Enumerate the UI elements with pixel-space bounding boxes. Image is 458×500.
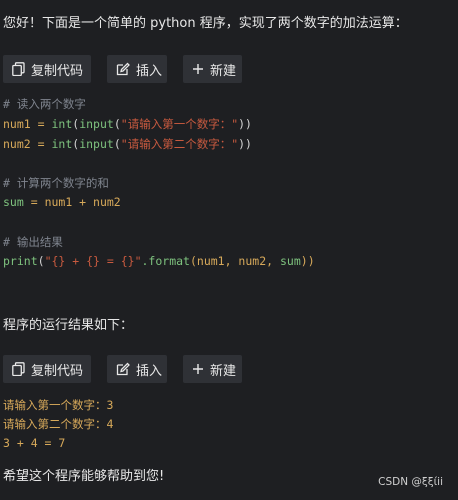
copy-code-button[interactable]: 复制代码: [3, 355, 91, 383]
intro-text: 您好！下面是一个简单的 python 程序，实现了两个数字的加法运算：: [3, 16, 408, 31]
code-line: sum = num1 + num2: [3, 195, 121, 209]
copy-code-label: 复制代码: [31, 63, 84, 79]
new-button[interactable]: 新建: [183, 55, 242, 83]
insert-label: 插入: [136, 363, 163, 379]
code-token: (num1, num2,: [189, 254, 280, 268]
code-token: input: [79, 117, 114, 131]
insert-button[interactable]: 插入: [107, 355, 167, 383]
code-token: "{} + {} = {}": [44, 254, 142, 268]
code-token: =: [30, 137, 52, 151]
code-line: num1 = int(input("请输入第一个数字：")): [3, 116, 252, 132]
code-token: =: [30, 117, 52, 131]
output-line: 3 + 4 = 7: [3, 436, 66, 450]
code-token: sum: [3, 195, 24, 209]
code-token: (: [113, 137, 121, 151]
watermark: CSDN @ξξίii: [378, 476, 443, 488]
code-token: num1 + num2: [44, 195, 121, 209]
code-token: print: [3, 254, 38, 268]
copy-icon: [12, 362, 25, 376]
code-token: =: [23, 195, 45, 209]
code-token: num2: [3, 137, 31, 151]
code-token: int: [51, 137, 73, 151]
code-token: int: [51, 117, 73, 131]
new-button[interactable]: 新建: [183, 355, 242, 383]
code-token: )): [238, 117, 252, 131]
code-token: )): [238, 137, 252, 151]
code-token: "请输入第一个数字：": [120, 117, 239, 131]
copy-code-label: 复制代码: [31, 363, 84, 379]
code-comment: # 计算两个数字的和: [3, 176, 109, 190]
copy-icon: [12, 62, 25, 76]
code-token: "请输入第二个数字：": [120, 137, 239, 151]
code-block: # 读入两个数字 num1 = int(input("请输入第一个数字：")) …: [3, 96, 443, 276]
output-toolbar: 复制代码 插入 新建: [0, 355, 458, 383]
insert-label: 插入: [136, 63, 163, 79]
new-label: 新建: [210, 363, 237, 379]
code-token: num1: [3, 117, 31, 131]
code-token: (: [113, 117, 121, 131]
code-comment: # 输出结果: [3, 235, 63, 249]
code-token: (: [37, 254, 45, 268]
copy-code-button[interactable]: 复制代码: [3, 55, 91, 83]
result-intro-text: 程序的运行结果如下：: [3, 318, 134, 333]
code-token: )): [300, 254, 315, 268]
code-line: num2 = int(input("请输入第二个数字：")): [3, 136, 252, 152]
new-label: 新建: [210, 63, 237, 79]
code-line: print("{} + {} = {}".format(num1, num2, …: [3, 254, 315, 268]
code-token: .format: [141, 254, 190, 268]
edit-icon: [116, 362, 130, 376]
code-token: sum: [279, 254, 301, 268]
code-comment: # 读入两个数字: [3, 97, 86, 111]
insert-button[interactable]: 插入: [107, 55, 167, 83]
plus-icon: [192, 63, 204, 75]
plus-icon: [192, 363, 204, 375]
code-token: input: [79, 137, 114, 151]
output-line: 请输入第一个数字：3: [3, 398, 114, 412]
edit-icon: [116, 62, 130, 76]
code-toolbar: 复制代码 插入 新建: [0, 55, 458, 83]
output-line: 请输入第二个数字：4: [3, 417, 114, 431]
closing-text: 希望这个程序能够帮助到您!: [3, 469, 165, 484]
